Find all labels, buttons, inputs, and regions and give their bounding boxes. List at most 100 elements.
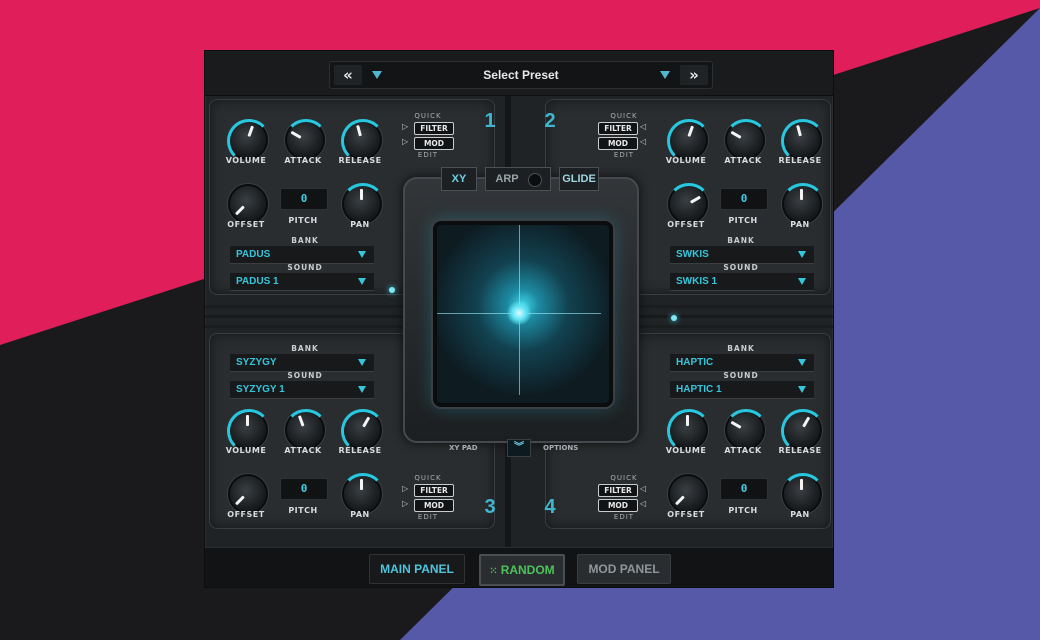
quick-mod-button[interactable]: MOD [598, 499, 638, 512]
bank-value: SYZYGY [236, 357, 277, 368]
main-panel-button[interactable]: MAIN PANEL [369, 554, 465, 584]
quick-filter-button[interactable]: FILTER [598, 122, 638, 135]
random-button[interactable]: ⁙ RANDOM [479, 554, 565, 586]
quick-label: QUICK [610, 112, 638, 120]
bank-label: BANK [727, 236, 755, 245]
pitch-value-field[interactable]: 0 [720, 188, 768, 210]
layer-number: 1 [484, 110, 496, 132]
sound-value: SYZYGY 1 [236, 384, 285, 395]
dropdown-arrow-icon [358, 251, 366, 258]
volume-knob[interactable] [227, 409, 271, 453]
mod-arrow-icon: ▷ [402, 499, 409, 508]
sound-dropdown[interactable]: HAPTIC 1 [670, 381, 814, 399]
quick-filter-button[interactable]: FILTER [414, 122, 454, 135]
bank-label: BANK [291, 344, 319, 353]
bank-dropdown[interactable]: SYZYGY [230, 354, 374, 372]
xy-pad[interactable] [433, 221, 613, 407]
offset-knob[interactable] [668, 474, 708, 514]
layer-number: 3 [484, 496, 496, 518]
quick-edit-group: QUICK FILTER ◁ MOD ◁ EDIT [594, 112, 654, 159]
offset-knob[interactable] [228, 474, 268, 514]
center-tabs: XY ARP GLIDE [441, 163, 599, 193]
bank-label: BANK [291, 236, 319, 245]
release-knob[interactable] [341, 409, 385, 453]
attack-knob[interactable] [284, 409, 328, 450]
bank-dropdown[interactable]: PADUS [230, 246, 374, 264]
mod-arrow-icon: ◁ [640, 499, 647, 508]
volume-knob[interactable] [667, 409, 711, 453]
attack-knob[interactable] [724, 119, 768, 160]
pan-knob[interactable] [781, 183, 825, 224]
offset-knob[interactable] [667, 183, 711, 224]
pitch-value-field[interactable]: 0 [280, 188, 328, 210]
filter-arrow-icon: ◁ [640, 122, 647, 131]
filter-arrow-icon: ▷ [402, 484, 409, 493]
layer-number: 2 [544, 110, 556, 132]
release-label: RELEASE [338, 446, 382, 455]
pan-knob[interactable] [781, 473, 825, 514]
sound-value: SWKIS 1 [676, 276, 718, 287]
sound-value: HAPTIC 1 [676, 384, 722, 395]
quick-mod-button[interactable]: MOD [598, 137, 638, 150]
sound-dropdown[interactable]: PADUS 1 [230, 273, 374, 291]
volume-knob[interactable] [667, 119, 711, 163]
pan-knob[interactable] [341, 183, 385, 224]
xy-pad-footer: XY PAD ︾ OPTIONS [449, 439, 589, 457]
quick-edit-group: QUICK ▷ FILTER ▷ MOD EDIT [398, 112, 458, 159]
chevron-double-down-icon[interactable]: ︾ [507, 439, 531, 457]
quick-edit-group: QUICK ▷ FILTER ▷ MOD EDIT [398, 474, 458, 521]
dice-icon: ⁙ [489, 566, 498, 577]
dropdown-arrow-icon [358, 359, 366, 366]
release-knob[interactable] [781, 409, 825, 453]
options-label[interactable]: OPTIONS [543, 439, 578, 457]
filter-arrow-icon: ▷ [402, 122, 409, 131]
attack-knob[interactable] [724, 409, 768, 450]
dropdown-arrow-icon [798, 278, 806, 285]
sound-dropdown[interactable]: SWKIS 1 [670, 273, 814, 291]
quick-filter-button[interactable]: FILTER [414, 484, 454, 497]
xy-pad-label: XY PAD [449, 444, 478, 452]
quick-mod-button[interactable]: MOD [414, 137, 454, 150]
edit-label: EDIT [613, 513, 635, 521]
xy-module: XY ARP GLIDE XY PAD ︾ OPTIONS [395, 163, 643, 463]
pan-label: PAN [790, 220, 810, 229]
tab-arp[interactable]: ARP [485, 167, 551, 191]
tab-xy[interactable]: XY [441, 167, 477, 191]
release-knob[interactable] [341, 119, 385, 163]
bank-dropdown[interactable]: HAPTIC [670, 354, 814, 372]
bank-label: BANK [727, 344, 755, 353]
volume-knob[interactable] [227, 119, 271, 163]
release-label: RELEASE [778, 446, 822, 455]
mod-panel-button[interactable]: MOD PANEL [577, 554, 671, 584]
preset-name[interactable]: Select Preset [330, 62, 712, 88]
quick-mod-button[interactable]: MOD [414, 499, 454, 512]
pitch-value-field[interactable]: 0 [280, 478, 328, 500]
preset-selector[interactable]: « Select Preset » [329, 61, 713, 89]
synth-plugin-window: « Select Preset » VOLUME ATTACK RELEASE … [204, 50, 834, 588]
layer-link-led-right [671, 315, 677, 321]
dropdown-arrow-icon [358, 386, 366, 393]
release-knob[interactable] [781, 119, 825, 163]
sound-label: SOUND [723, 371, 759, 380]
edit-label: EDIT [417, 513, 439, 521]
tab-glide[interactable]: GLIDE [559, 167, 599, 191]
edit-label: EDIT [613, 151, 635, 159]
release-label: RELEASE [338, 156, 382, 165]
preset-dropdown-right-icon[interactable] [660, 71, 670, 79]
next-preset-button[interactable]: » [680, 65, 708, 85]
bank-value: PADUS [236, 249, 271, 260]
dropdown-arrow-icon [358, 278, 366, 285]
preset-toolbar: « Select Preset » [205, 51, 833, 96]
sound-label: SOUND [287, 371, 323, 380]
bank-value: HAPTIC [676, 357, 714, 368]
xy-cursor[interactable] [507, 301, 531, 325]
quick-filter-button[interactable]: FILTER [598, 484, 638, 497]
pan-label: PAN [790, 510, 810, 519]
sound-dropdown[interactable]: SYZYGY 1 [230, 381, 374, 399]
bank-dropdown[interactable]: SWKIS [670, 246, 814, 264]
offset-knob[interactable] [228, 184, 268, 224]
tab-arp-label: ARP [495, 173, 519, 185]
pitch-value-field[interactable]: 0 [720, 478, 768, 500]
pan-knob[interactable] [341, 473, 385, 514]
attack-knob[interactable] [284, 119, 328, 160]
